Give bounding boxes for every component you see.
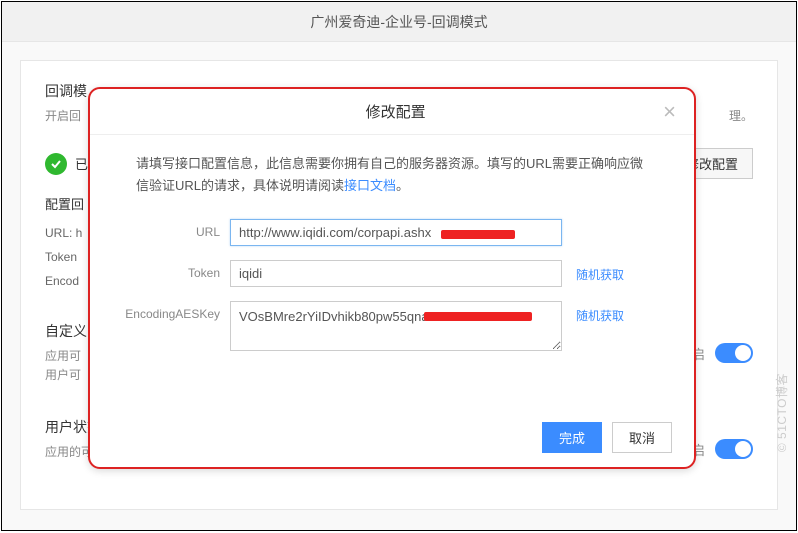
token-input[interactable] (230, 260, 562, 287)
page-title: 广州爱奇迪-企业号-回调模式 (310, 14, 487, 30)
page-header: 广州爱奇迪-企业号-回调模式 (2, 2, 796, 42)
token-label: Token (118, 260, 230, 280)
modal-dialog: 修改配置 × 请填写接口配置信息，此信息需要你拥有自己的服务器资源。填写的URL… (88, 87, 696, 469)
redaction-mark (441, 230, 515, 239)
close-icon[interactable]: × (663, 101, 676, 123)
cancel-button[interactable]: 取消 (612, 422, 672, 453)
doc-link[interactable]: 接口文档 (344, 178, 396, 193)
confirm-button[interactable]: 完成 (542, 422, 602, 453)
status-label: 已 (75, 154, 88, 173)
check-icon (45, 153, 67, 175)
aes-random-link[interactable]: 随机获取 (576, 301, 624, 324)
aes-input[interactable] (230, 301, 562, 351)
custom-toggle[interactable] (715, 343, 753, 363)
user-status-toggle[interactable] (715, 439, 753, 459)
modal-title: 修改配置 (108, 101, 663, 122)
token-random-link[interactable]: 随机获取 (576, 260, 624, 283)
redaction-mark (424, 312, 532, 321)
callback-desc-prefix: 开启回 (45, 109, 81, 123)
callback-desc-suffix: 理。 (729, 107, 753, 124)
aes-label: EncodingAESKey (118, 301, 230, 321)
url-label: URL (118, 219, 230, 239)
watermark: © 51CTO博客 (773, 373, 790, 452)
modal-help-text: 请填写接口配置信息，此信息需要你拥有自己的服务器资源。填写的URL需要正确响应微… (118, 153, 666, 197)
